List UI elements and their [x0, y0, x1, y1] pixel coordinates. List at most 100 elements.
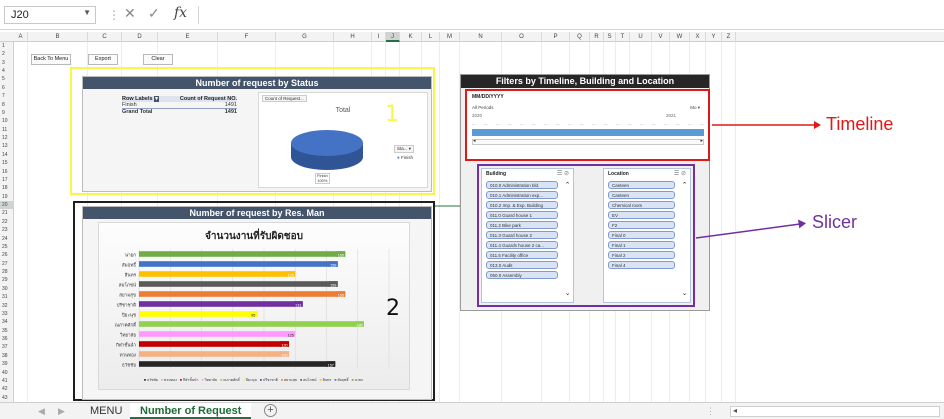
timeline-scrollbar[interactable]: ◂ ▸ — [472, 138, 704, 145]
horizontal-scrollbar[interactable]: ◂ — [730, 406, 940, 417]
column-header-n[interactable]: N — [460, 32, 502, 42]
timeline-month[interactable]: ... — [568, 121, 572, 126]
column-header-i[interactable]: I — [372, 32, 386, 42]
column-header-v[interactable]: V — [652, 32, 670, 42]
row-header-43[interactable]: 43 — [0, 394, 14, 402]
timeline-month[interactable]: ... — [532, 121, 536, 126]
location-slicer[interactable]: Location ☰ ⊘ Canteen Canteen Chemical room… — [603, 168, 691, 303]
column-header-k[interactable]: K — [400, 32, 422, 42]
clear-filter-icon[interactable]: ⊘ — [564, 171, 569, 177]
row-header-16[interactable]: 16 — [0, 168, 14, 176]
row-header-15[interactable]: 15 — [0, 159, 14, 167]
building-scrollbar[interactable]: ⌃ ⌄ — [564, 181, 571, 297]
timeline-month[interactable]: ... — [484, 121, 488, 126]
column-header-q[interactable]: Q — [570, 32, 590, 42]
location-item[interactable]: Chemical room — [608, 201, 675, 209]
bar-1[interactable] — [139, 251, 346, 257]
bar-12[interactable] — [139, 361, 336, 367]
column-header-c[interactable]: C — [88, 32, 122, 42]
legend-field-button[interactable]: Sta... ▾ — [394, 145, 415, 153]
row-header-30[interactable]: 30 — [0, 285, 14, 293]
bar-3[interactable] — [139, 271, 296, 277]
row-header-25[interactable]: 25 — [0, 243, 14, 251]
prev-sheet-icon[interactable]: ◀ — [38, 406, 45, 417]
bar-9[interactable] — [139, 331, 296, 337]
timeline-month[interactable]: ... — [664, 121, 668, 126]
building-item[interactable]: 050.0 Assembly — [486, 271, 558, 279]
tab-number-of-request[interactable]: Number of Request — [130, 403, 252, 419]
row-header-26[interactable]: 26 — [0, 251, 14, 259]
building-item[interactable]: 013.0 Audit — [486, 261, 558, 269]
location-item[interactable]: Final 1 — [608, 241, 675, 249]
column-header-r[interactable]: R — [590, 32, 604, 42]
timeline-month[interactable]: ... — [688, 121, 692, 126]
timeline-month[interactable]: ... — [580, 121, 584, 126]
location-item[interactable]: Final 2 — [608, 251, 675, 259]
bar-2[interactable] — [139, 261, 338, 267]
row-header-12[interactable]: 12 — [0, 134, 14, 142]
row-header-33[interactable]: 33 — [0, 310, 14, 318]
timeline-month[interactable]: ... — [556, 121, 560, 126]
row-header-32[interactable]: 32 — [0, 302, 14, 310]
bar-4[interactable] — [139, 281, 338, 287]
building-item[interactable]: 011.4 Guards house 2 ca... — [486, 241, 558, 249]
name-box[interactable]: J20 ▼ — [4, 6, 96, 24]
building-item[interactable]: 010.2 Imp. & Exp. Building — [486, 201, 558, 209]
function-icon[interactable]: fx — [174, 5, 187, 21]
location-scrollbar[interactable]: ⌃ ⌄ — [681, 181, 688, 297]
timeline-selected-bar[interactable] — [472, 129, 704, 136]
row-header-34[interactable]: 34 — [0, 318, 14, 326]
timeline-month[interactable]: ... — [508, 121, 512, 126]
column-header-a[interactable]: A — [14, 32, 28, 42]
timeline-month[interactable]: ... — [700, 121, 704, 126]
location-item[interactable]: Canteen — [608, 181, 675, 189]
row-header-22[interactable]: 22 — [0, 218, 14, 226]
location-item[interactable]: F2 — [608, 221, 675, 229]
row-header-1[interactable]: 1 — [0, 42, 14, 50]
timeline-month[interactable]: ... — [676, 121, 680, 126]
row-header-29[interactable]: 29 — [0, 276, 14, 284]
timeline-month[interactable]: ... — [496, 121, 500, 126]
timeline-month[interactable]: ... — [520, 121, 524, 126]
row-header-19[interactable]: 19 — [0, 193, 14, 201]
row-header-17[interactable]: 17 — [0, 176, 14, 184]
multi-select-icon[interactable]: ☰ — [674, 171, 679, 177]
cancel-icon[interactable]: ✕ — [124, 5, 136, 22]
timeline-month[interactable]: ... — [592, 121, 596, 126]
column-header-h[interactable]: H — [334, 32, 372, 42]
column-header-o[interactable]: O — [502, 32, 542, 42]
column-header-m[interactable]: M — [440, 32, 460, 42]
row-header-11[interactable]: 11 — [0, 126, 14, 134]
export-button[interactable]: Export — [88, 54, 118, 65]
timeline-period-button[interactable]: Mo ▾ — [690, 105, 700, 111]
row-header-21[interactable]: 21 — [0, 209, 14, 217]
row-header-24[interactable]: 24 — [0, 235, 14, 243]
row-header-40[interactable]: 40 — [0, 369, 14, 377]
bar-10[interactable] — [139, 341, 289, 347]
row-header-6[interactable]: 6 — [0, 84, 14, 92]
column-header-f[interactable]: F — [218, 32, 276, 42]
column-header-t[interactable]: T — [616, 32, 630, 42]
column-header-z[interactable]: Z — [722, 32, 736, 42]
building-item[interactable]: 011.0 Guard house 1 — [486, 211, 558, 219]
column-header-y[interactable]: Y — [706, 32, 722, 42]
row-header-9[interactable]: 9 — [0, 109, 14, 117]
next-sheet-icon[interactable]: ▶ — [58, 406, 65, 417]
enter-icon[interactable]: ✓ — [148, 5, 160, 22]
row-header-38[interactable]: 38 — [0, 352, 14, 360]
formula-input[interactable] — [198, 6, 940, 24]
column-header-d[interactable]: D — [122, 32, 158, 42]
row-header-36[interactable]: 36 — [0, 335, 14, 343]
row-header-7[interactable]: 7 — [0, 92, 14, 100]
column-header-u[interactable]: U — [630, 32, 652, 42]
bar-11[interactable] — [139, 351, 289, 357]
column-header-b[interactable]: B — [28, 32, 88, 42]
column-header-e[interactable]: E — [158, 32, 218, 42]
column-header-x[interactable]: X — [690, 32, 706, 42]
building-item[interactable]: 011.3 Guard house 2 — [486, 231, 558, 239]
column-header-g[interactable]: G — [276, 32, 334, 42]
clear-button[interactable]: Clear — [143, 54, 173, 65]
row-header-2[interactable]: 2 — [0, 50, 14, 58]
location-item[interactable]: Canteen — [608, 191, 675, 199]
row-header-41[interactable]: 41 — [0, 377, 14, 385]
